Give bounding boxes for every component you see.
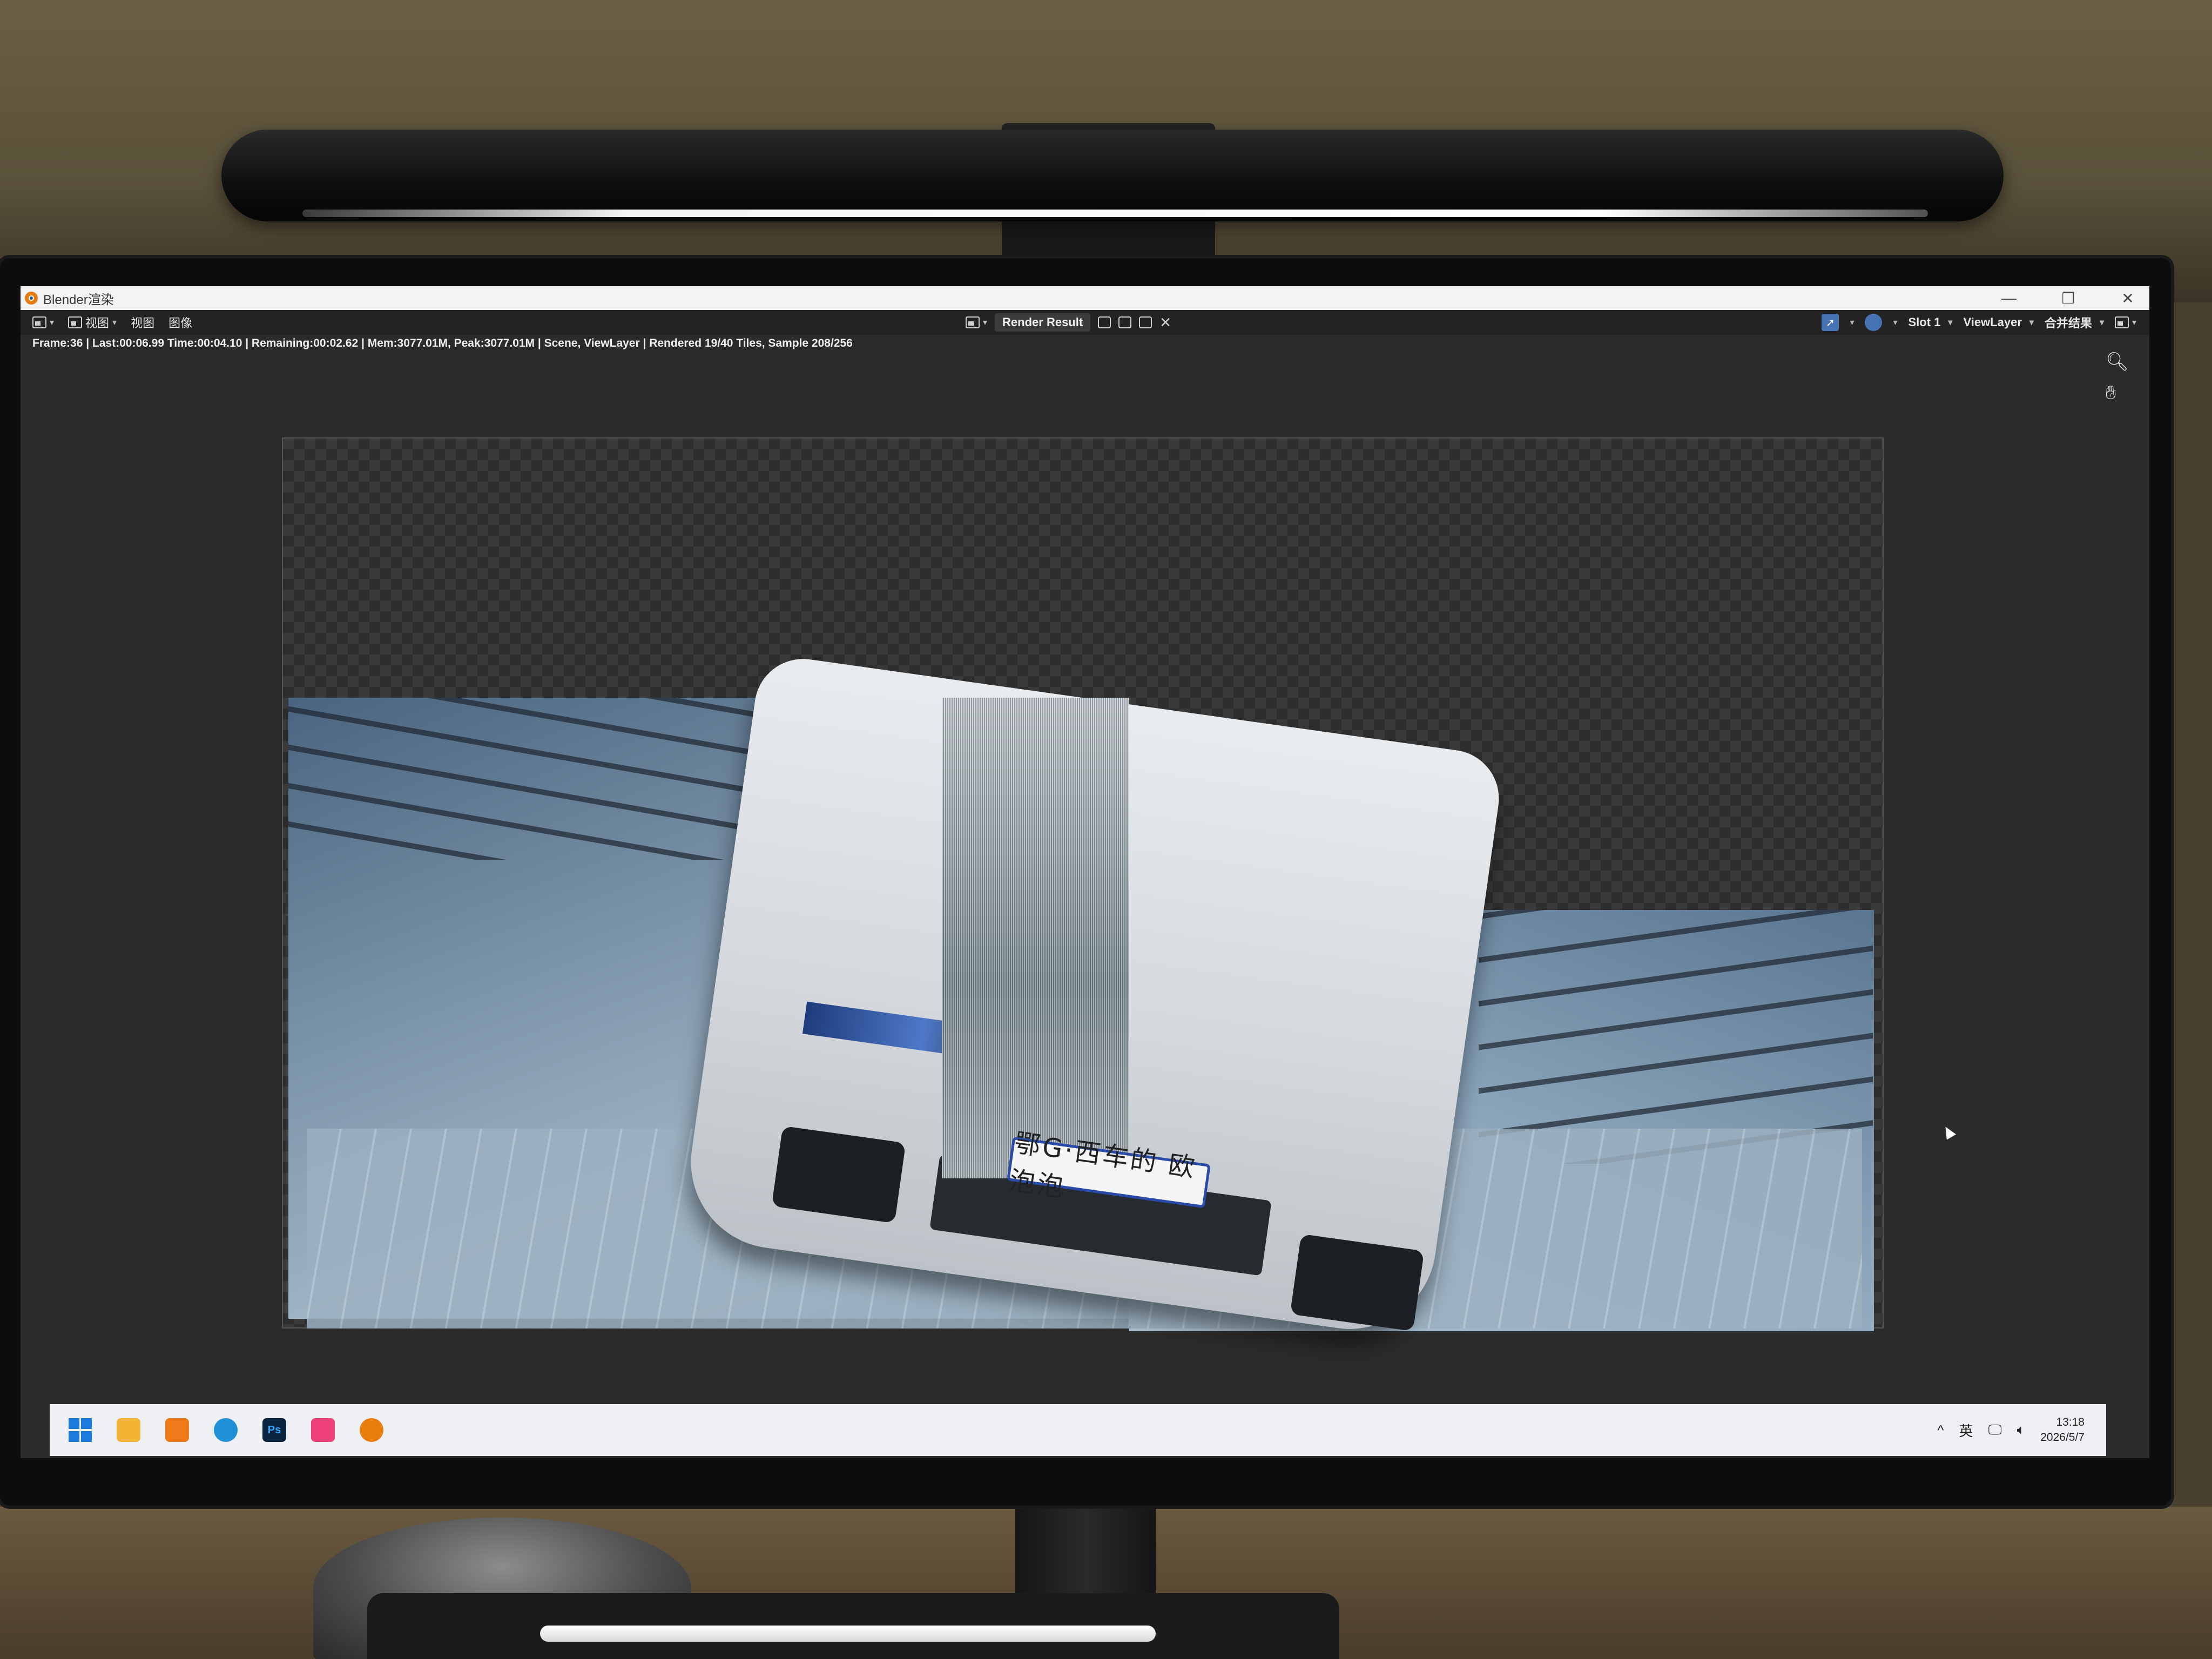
browse-image-button[interactable]: ▾ (966, 316, 987, 328)
view-layer-dropdown[interactable]: ViewLayer ▾ (1963, 315, 2033, 329)
chevron-down-icon: ▾ (112, 318, 117, 327)
display-channels-button[interactable]: ▾ (2114, 316, 2136, 328)
image-editor-icon (32, 316, 46, 328)
render-wall-stripes (288, 698, 774, 860)
fake-user-shield-icon[interactable] (1098, 316, 1111, 328)
monitor-light-bar (221, 130, 2004, 221)
menu-view[interactable]: 视图 (131, 314, 154, 331)
bag-icon[interactable] (165, 1418, 189, 1442)
minimize-button[interactable]: — (1998, 289, 2020, 307)
display-channels-icon (2114, 316, 2129, 328)
render-pass-label: 合并结果 (2044, 316, 2092, 330)
restore-button[interactable]: ❐ (2058, 289, 2079, 307)
view-layer-label: ViewLayer (1963, 315, 2022, 329)
pink-app-icon[interactable] (311, 1418, 335, 1442)
tray-chevron-icon[interactable]: ^ (1937, 1422, 1944, 1439)
blender-icon[interactable] (360, 1418, 383, 1442)
slot-label: Slot 1 (1908, 315, 1941, 329)
image-name-field[interactable]: Render Result (995, 313, 1091, 332)
chevron-down-icon: ▾ (50, 318, 55, 327)
window-controls: — ❐ ✕ (1998, 286, 2139, 310)
mouse-cursor-icon (1940, 1124, 1957, 1140)
zoom-magnifier-icon[interactable]: 🔍︎ (2106, 351, 2129, 373)
render-van-vent-left (771, 1125, 906, 1224)
screen: Blender渲染 — ❐ ✕ ▾ 视图 ▾ 视图 图像 ▾ Render Re… (21, 286, 2149, 1458)
render-stats: Frame:36 | Last:00:06.99 Time:00:04.10 |… (32, 337, 853, 349)
unlink-close-icon[interactable]: ✕ (1159, 314, 1171, 331)
chevron-down-icon[interactable]: ▾ (1850, 317, 1854, 328)
image-editor-header: ▾ 视图 ▾ 视图 图像 ▾ Render Result ✕ ➚ ▾ ▾ Slo… (21, 310, 2149, 335)
taskbar-apps: Ps (68, 1418, 383, 1442)
close-button[interactable]: ✕ (2117, 289, 2139, 307)
folder-icon[interactable] (117, 1418, 140, 1442)
system-tray: ^ 英 🖵︎ 🔈︎ 13:18 2026/5/7 (1937, 1404, 2085, 1456)
mode-button[interactable]: 视图 ▾ (68, 314, 117, 331)
clock[interactable]: 13:18 2026/5/7 (2040, 1415, 2085, 1445)
stylus-pencil (540, 1626, 1156, 1642)
pan-hand-icon[interactable]: ✋︎ (2106, 382, 2129, 403)
render-van-vent-right (1290, 1233, 1425, 1332)
header-center: ▾ Render Result ✕ (966, 310, 1171, 335)
overlay-toggle-icon[interactable] (1865, 314, 1883, 331)
windows-icon[interactable] (68, 1418, 92, 1442)
chevron-down-icon: ▾ (983, 318, 988, 327)
chevron-down-icon: ▾ (2029, 318, 2034, 327)
network-icon[interactable]: 🖵︎ (1988, 1421, 2002, 1439)
duplicate-icon[interactable] (1118, 316, 1132, 328)
render-noisy-tile (942, 698, 1129, 1178)
image-browse-icon (966, 316, 980, 328)
chevron-down-icon[interactable]: ▾ (1893, 317, 1897, 328)
render-pass-dropdown[interactable]: 合并结果 ▾ (2045, 314, 2104, 331)
menu-view-mode: 视图 (85, 316, 110, 330)
window-titlebar[interactable]: Blender渲染 — ❐ ✕ (21, 286, 2149, 310)
blender-icon (25, 292, 38, 305)
clock-time: 13:18 (2056, 1416, 2085, 1428)
light-bar-glow (302, 210, 1928, 217)
edge-icon[interactable] (214, 1418, 238, 1442)
render-license-plate: 鄂G·西车的 欧泡泡 (1007, 1128, 1211, 1209)
chevron-down-icon: ▾ (2132, 318, 2136, 327)
folder-icon[interactable] (1139, 316, 1152, 328)
chevron-down-icon: ▾ (1948, 318, 1953, 327)
render-wall-stripes-right (1479, 910, 1873, 1164)
gizmo-toggle-icon[interactable]: ➚ (1822, 314, 1839, 331)
chevron-down-icon: ▾ (2099, 318, 2104, 327)
volume-icon[interactable]: 🔈︎ (2017, 1421, 2026, 1439)
windows-taskbar: Ps ^ 英 🖵︎ 🔈︎ 13:18 2026/5/7 (50, 1404, 2106, 1456)
view-mode-icon (68, 316, 83, 328)
clock-date: 2026/5/7 (2040, 1431, 2085, 1444)
window-title: Blender渲染 (43, 292, 114, 307)
header-right: ➚ ▾ ▾ Slot 1 ▾ ViewLayer ▾ 合并结果 ▾ ▾ (1822, 310, 2136, 335)
ime-indicator[interactable]: 英 (1959, 1420, 1973, 1440)
photoshop-icon[interactable]: Ps (262, 1418, 286, 1442)
menu-image[interactable]: 图像 (168, 314, 192, 331)
editor-type-button[interactable]: ▾ (32, 316, 54, 328)
navigation-tools: 🔍︎ ✋︎ (2106, 351, 2129, 403)
header-left: ▾ 视图 ▾ 视图 图像 (32, 310, 192, 335)
slot-dropdown[interactable]: Slot 1 ▾ (1908, 315, 1953, 329)
